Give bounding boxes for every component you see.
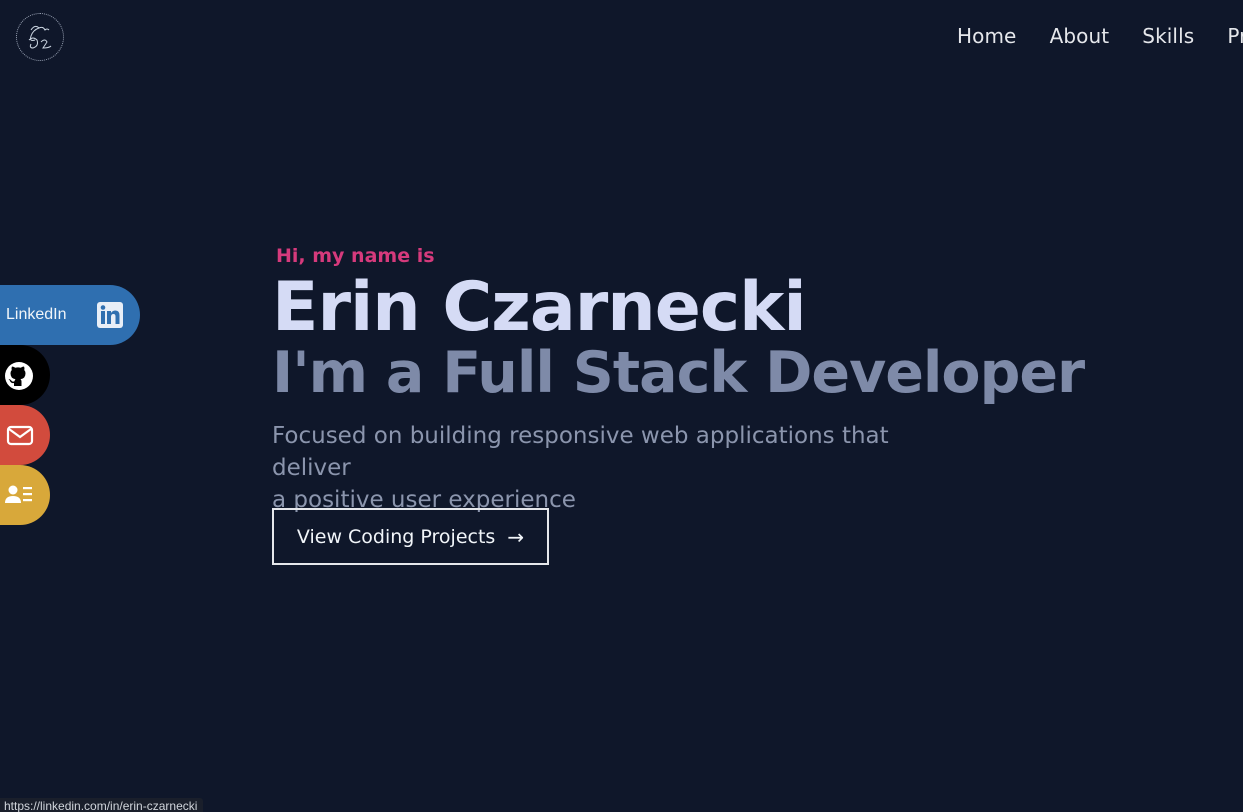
envelope-icon [6, 421, 34, 453]
view-projects-button[interactable]: View Coding Projects → [272, 508, 549, 565]
view-projects-label: View Coding Projects [296, 525, 496, 548]
resume-button[interactable] [0, 465, 50, 525]
nav-projects[interactable]: Pro [1227, 24, 1243, 48]
status-bar-url: https://linkedin.com/in/erin-czarnecki [0, 798, 204, 812]
nav-skills[interactable]: Skills [1142, 24, 1194, 48]
contact-card-icon [4, 481, 34, 513]
hero-name: Erin Czarnecki [272, 268, 807, 347]
greeting: Hi, my name is [276, 245, 435, 267]
main-nav: Home About Skills Pro [957, 24, 1243, 48]
nav-about[interactable]: About [1050, 24, 1110, 48]
github-icon [4, 361, 34, 395]
page: Home About Skills Pro LinkedIn [0, 0, 1243, 812]
hero-role: I'm a Full Stack Developer [272, 340, 1085, 406]
linkedin-button[interactable]: LinkedIn [0, 285, 140, 345]
logo[interactable] [16, 13, 64, 61]
signature-logo-icon [28, 25, 52, 49]
hero-tagline: Focused on building responsive web appli… [272, 420, 972, 516]
linkedin-icon [96, 301, 124, 333]
tagline-line-1: Focused on building responsive web appli… [272, 423, 889, 481]
github-button[interactable] [0, 345, 50, 405]
nav-home[interactable]: Home [957, 24, 1016, 48]
email-button[interactable] [0, 405, 50, 465]
arrow-right-icon: → [507, 524, 525, 549]
linkedin-label: LinkedIn [6, 306, 67, 323]
